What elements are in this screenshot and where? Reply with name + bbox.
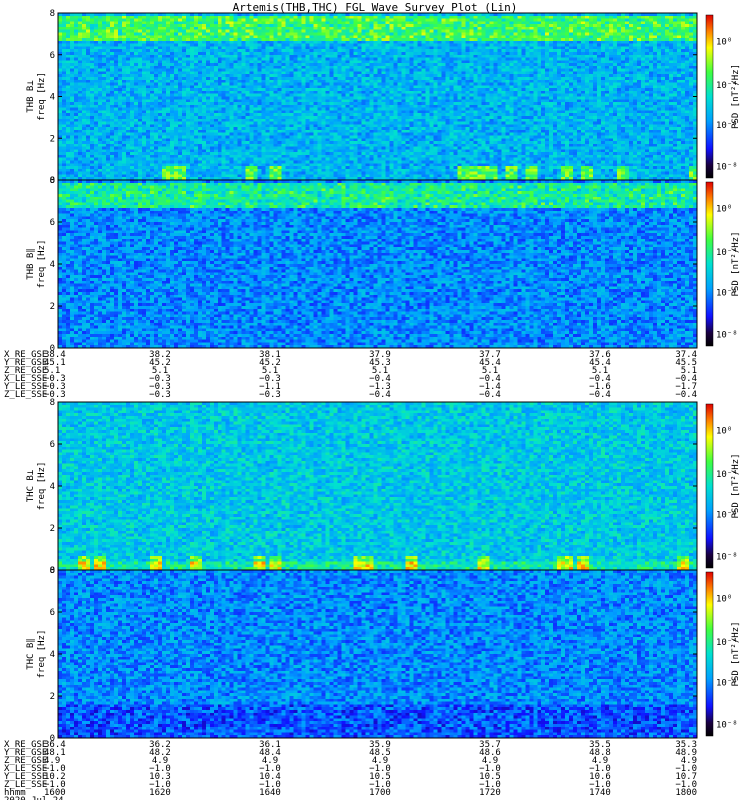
colorbar-tick-label: 10⁰ bbox=[716, 595, 732, 605]
chart-title: Artemis(THB,THC) FGL Wave Survey Plot (L… bbox=[233, 1, 518, 14]
y-tick-label: 8 bbox=[50, 566, 55, 576]
y-tick-label: 8 bbox=[50, 176, 55, 186]
ephem-value: −0.3 bbox=[149, 390, 171, 400]
spectrogram-image bbox=[58, 570, 697, 738]
y-tick-label: 4 bbox=[50, 93, 55, 103]
ephem-value: 1620 bbox=[149, 788, 171, 798]
y-axis-label: freq [Hz] bbox=[37, 240, 47, 289]
y-tick-label: 2 bbox=[50, 302, 55, 312]
y-tick-label: 2 bbox=[50, 692, 55, 702]
y-tick-label: 4 bbox=[50, 260, 55, 270]
y-tick-label: 6 bbox=[50, 51, 55, 61]
ephem-value: 1600 bbox=[44, 788, 66, 798]
y-tick-label: 6 bbox=[50, 608, 55, 618]
y-tick-label: 6 bbox=[50, 440, 55, 450]
colorbar-tick-label: 10⁻⁸ bbox=[716, 163, 738, 173]
y-tick-label: 4 bbox=[50, 650, 55, 660]
panel-label: THB B⊥ bbox=[26, 80, 36, 113]
ephem-row-label: Z_LE_SSE bbox=[4, 390, 47, 400]
colorbar bbox=[705, 571, 714, 737]
colorbar-label: PSD [nT²/Hz] bbox=[731, 453, 741, 518]
ephem-value: −0.4 bbox=[675, 390, 697, 400]
colorbar-label: PSD [nT²/Hz] bbox=[731, 621, 741, 686]
ephem-value: 1720 bbox=[479, 788, 501, 798]
colorbar bbox=[705, 403, 714, 569]
y-tick-label: 8 bbox=[50, 9, 55, 19]
spectrogram-image bbox=[58, 180, 697, 348]
panel-label: THC B⊥ bbox=[26, 469, 36, 502]
ephem-value: 1800 bbox=[675, 788, 697, 798]
colorbar-label: PSD [nT²/Hz] bbox=[731, 64, 741, 129]
panel-label: THB B∥ bbox=[26, 248, 36, 280]
spectrogram-panel: 02468THB B∥ freq [Hz]10⁰10⁻⁴10⁻⁴10⁻⁸PSD [… bbox=[26, 176, 741, 354]
y-axis-label: freq [Hz] bbox=[37, 72, 47, 121]
wave-survey-chart: Artemis(THB,THC) FGL Wave Survey Plot (L… bbox=[4, 1, 741, 800]
y-axis-label: freq [Hz] bbox=[37, 462, 47, 511]
ephem-value: −0.3 bbox=[259, 390, 281, 400]
colorbar bbox=[705, 14, 714, 179]
spectrogram-image bbox=[58, 402, 697, 570]
spectrogram-panel: 02468THB B⊥ freq [Hz]10⁰10⁻⁴10⁻⁴10⁻⁸PSD [… bbox=[26, 9, 741, 186]
colorbar-tick-label: 10⁻⁸ bbox=[716, 331, 738, 341]
y-tick-label: 4 bbox=[50, 482, 55, 492]
colorbar-label: PSD [nT²/Hz] bbox=[731, 231, 741, 296]
y-tick-label: 6 bbox=[50, 218, 55, 228]
colorbar-tick-label: 10⁰ bbox=[716, 37, 732, 47]
spectrogram-panel: 02468THC B⊥ freq [Hz]10⁰10⁻⁴10⁻⁴10⁻⁸PSD [… bbox=[26, 398, 741, 576]
y-tick-label: 2 bbox=[50, 524, 55, 534]
colorbar-tick-label: 10⁰ bbox=[716, 427, 732, 437]
ephem-value: −0.4 bbox=[369, 390, 391, 400]
colorbar bbox=[705, 181, 714, 347]
ephem-value: 1640 bbox=[259, 788, 281, 798]
colorbar-tick-label: 10⁻⁸ bbox=[716, 553, 738, 563]
spectrogram-panel: 02468THC B∥ freq [Hz]10⁰10⁻⁴10⁻⁴10⁻⁸PSD [… bbox=[26, 566, 741, 744]
y-tick-label: 2 bbox=[50, 134, 55, 144]
spectrogram-image bbox=[58, 13, 697, 180]
ephem-value: −0.4 bbox=[479, 390, 501, 400]
y-axis-label: freq [Hz] bbox=[37, 630, 47, 679]
colorbar-tick-label: 10⁰ bbox=[716, 205, 732, 215]
ephem-value: 1700 bbox=[369, 788, 391, 798]
ephem-value: −0.3 bbox=[44, 390, 66, 400]
panel-label: THC B∥ bbox=[26, 638, 36, 670]
ephem-value: −0.4 bbox=[589, 390, 611, 400]
ephem-value: 1740 bbox=[589, 788, 611, 798]
colorbar-tick-label: 10⁻⁸ bbox=[716, 721, 738, 731]
